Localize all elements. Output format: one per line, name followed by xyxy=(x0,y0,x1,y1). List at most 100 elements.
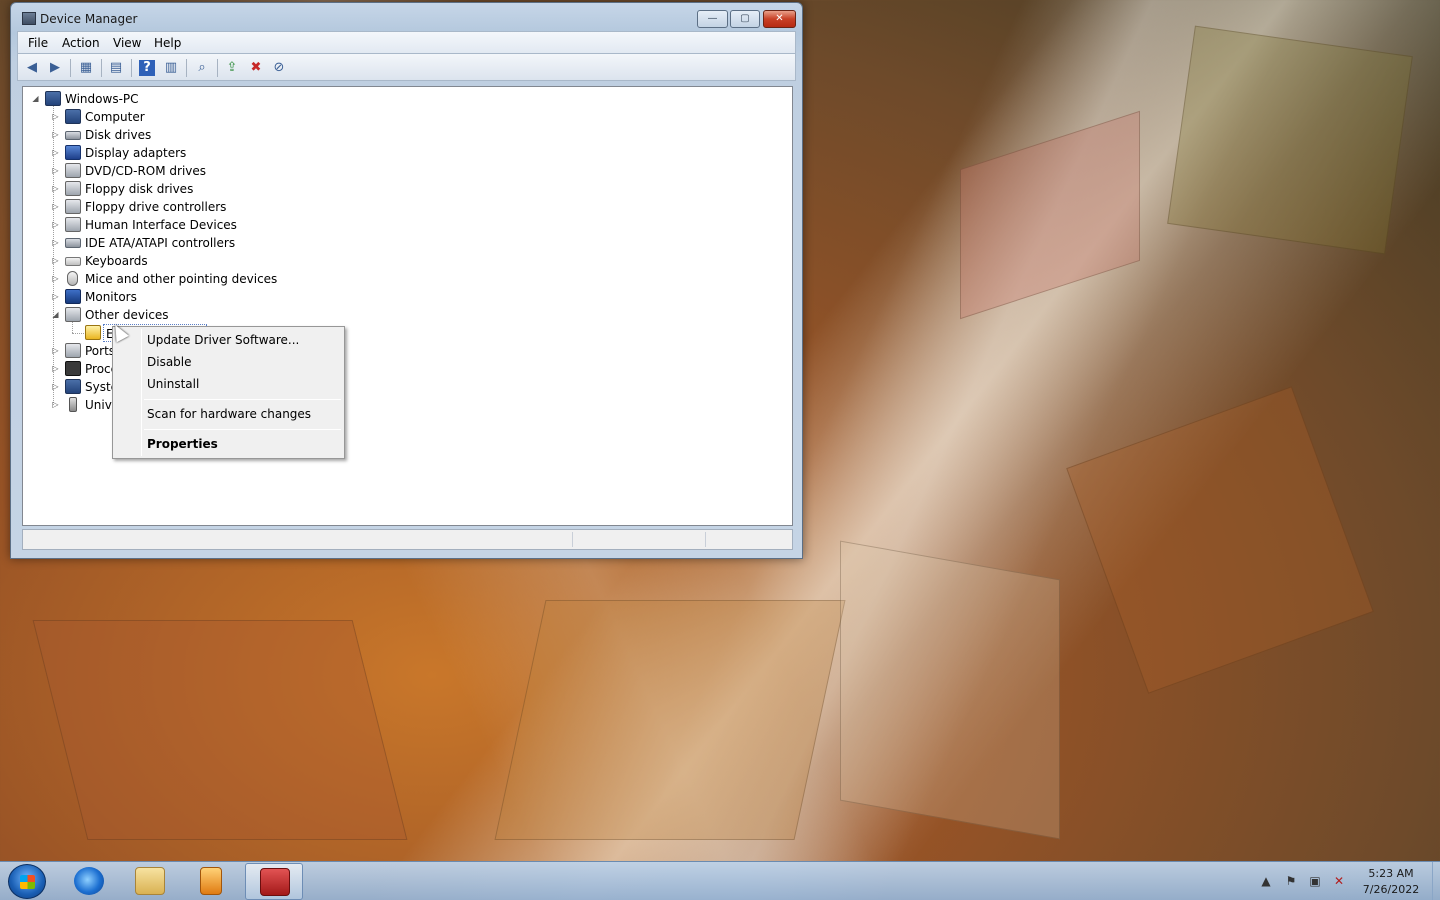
expand-icon[interactable]: ▷ xyxy=(51,112,60,121)
expand-icon[interactable]: ▷ xyxy=(51,346,60,355)
keyboard-icon xyxy=(65,257,81,266)
expand-icon[interactable]: ▷ xyxy=(51,256,60,265)
computer-icon xyxy=(65,109,81,124)
properties-icon[interactable]: ▤ xyxy=(108,60,124,76)
menu-help[interactable]: Help xyxy=(154,36,181,50)
uninstall-icon[interactable]: ✖ xyxy=(248,60,264,76)
menu-action[interactable]: Action xyxy=(62,36,100,50)
tree-item-label: Computer xyxy=(85,110,145,124)
show-hide-console-tree-icon[interactable]: ▦ xyxy=(78,60,94,76)
menu-item-properties[interactable]: Properties xyxy=(147,434,218,454)
tree-item-label: Display adapters xyxy=(85,146,187,160)
expand-icon[interactable]: ▷ xyxy=(51,184,60,193)
menu-item-disable[interactable]: Disable xyxy=(147,352,192,372)
toolbar-separator xyxy=(186,59,187,77)
taskbar-media-player[interactable] xyxy=(182,863,240,900)
tree-guide-line xyxy=(72,321,73,333)
context-menu: Update Driver Software... Disable Uninst… xyxy=(112,326,345,459)
windows-explorer-icon xyxy=(135,867,165,895)
status-separator xyxy=(572,532,573,547)
start-button[interactable] xyxy=(8,864,46,899)
expand-icon[interactable]: ▷ xyxy=(51,220,60,229)
expand-icon[interactable]: ▷ xyxy=(51,400,60,409)
show-hidden-icons-icon[interactable]: ▲ xyxy=(1259,874,1273,888)
title-bar[interactable]: Device Manager — ▢ ✕ xyxy=(11,3,802,31)
clock-date: 7/26/2022 xyxy=(1362,883,1420,896)
context-menu-separator xyxy=(144,429,341,430)
toolbar-separator xyxy=(217,59,218,77)
volume-muted-icon[interactable]: ✕ xyxy=(1332,874,1346,888)
back-icon[interactable]: ◀ xyxy=(24,60,40,76)
tree-item-label: Monitors xyxy=(85,290,137,304)
expand-icon[interactable]: ▷ xyxy=(51,238,60,247)
scan-hardware-icon[interactable]: ⌕ xyxy=(194,60,210,76)
expand-icon[interactable]: ▷ xyxy=(51,382,60,391)
hid-icon xyxy=(65,217,81,232)
display-adapter-icon xyxy=(65,145,81,160)
media-player-icon xyxy=(200,867,222,895)
action-center-flag-icon[interactable]: ⚑ xyxy=(1284,874,1298,888)
device-tree[interactable]: ◢ Windows-PC ▷ Computer ▷ Disk drives ▷ … xyxy=(22,86,793,526)
expand-icon[interactable]: ▷ xyxy=(51,148,60,157)
menu-view[interactable]: View xyxy=(113,36,141,50)
tree-item-label: Floppy drive controllers xyxy=(85,200,227,214)
toolbar-separator xyxy=(131,59,132,77)
internet-explorer-icon xyxy=(74,867,104,895)
show-desktop-button[interactable] xyxy=(1432,862,1440,900)
device-manager-icon xyxy=(260,868,290,896)
collapse-icon[interactable]: ◢ xyxy=(51,310,60,319)
status-bar xyxy=(22,529,793,550)
taskbar-device-manager[interactable] xyxy=(245,863,303,900)
expand-icon[interactable]: ▷ xyxy=(51,274,60,283)
maximize-button[interactable]: ▢ xyxy=(730,10,760,28)
taskbar: ▲ ⚑ ▣ ✕ 5:23 AM 7/26/2022 xyxy=(0,861,1440,900)
toolbar-separator xyxy=(101,59,102,77)
menu-item-scan-hardware[interactable]: Scan for hardware changes xyxy=(147,404,311,424)
status-separator xyxy=(705,532,706,547)
clock-time: 5:23 AM xyxy=(1368,867,1414,880)
tree-item-label: Human Interface Devices xyxy=(85,218,237,232)
update-driver-icon[interactable]: ⇪ xyxy=(224,60,240,76)
monitor-icon xyxy=(65,289,81,304)
action-pane-icon[interactable]: ▥ xyxy=(163,60,179,76)
collapse-icon[interactable]: ◢ xyxy=(31,94,40,103)
disable-icon[interactable]: ⊘ xyxy=(271,60,287,76)
menu-file[interactable]: File xyxy=(28,36,48,50)
close-button[interactable]: ✕ xyxy=(763,10,796,28)
taskbar-internet-explorer[interactable] xyxy=(60,863,118,900)
ports-icon xyxy=(65,343,81,358)
other-devices-icon xyxy=(65,307,81,322)
expand-icon[interactable]: ▷ xyxy=(51,166,60,175)
tree-item-label: DVD/CD-ROM drives xyxy=(85,164,207,178)
expand-icon[interactable]: ▷ xyxy=(51,202,60,211)
toolbar-separator xyxy=(70,59,71,77)
tree-guide-line xyxy=(72,333,84,334)
device-manager-window: Device Manager — ▢ ✕ File Action View He… xyxy=(10,2,803,559)
network-icon[interactable]: ▣ xyxy=(1308,874,1322,888)
expand-icon[interactable]: ▷ xyxy=(51,364,60,373)
tree-item-label: Keyboards xyxy=(85,254,148,268)
tree-item-label: IDE ATA/ATAPI controllers xyxy=(85,236,236,250)
help-icon[interactable]: ? xyxy=(139,60,155,76)
usb-controller-icon xyxy=(69,397,77,412)
expand-icon[interactable]: ▷ xyxy=(51,130,60,139)
tree-root-label: Windows-PC xyxy=(65,92,139,106)
disk-drive-icon xyxy=(65,131,81,140)
expand-icon[interactable]: ▷ xyxy=(51,292,60,301)
clock[interactable]: 5:23 AM 7/26/2022 xyxy=(1358,866,1424,898)
forward-icon[interactable]: ▶ xyxy=(47,60,63,76)
menu-bar: File Action View Help xyxy=(17,31,796,53)
toolbar: ◀ ▶ ▦ ▤ ? ▥ ⌕ ⇪ ✖ ⊘ xyxy=(17,53,796,81)
menu-item-uninstall[interactable]: Uninstall xyxy=(147,374,199,394)
ide-controller-icon xyxy=(65,238,81,248)
processor-icon xyxy=(65,361,81,376)
taskbar-windows-explorer[interactable] xyxy=(121,863,179,900)
windows-logo-icon xyxy=(20,875,35,889)
tree-item-label: Floppy disk drives xyxy=(85,182,194,196)
minimize-button[interactable]: — xyxy=(697,10,728,28)
tree-item-label: Other devices xyxy=(85,308,169,322)
mouse-icon xyxy=(67,271,78,286)
context-menu-gutter xyxy=(141,329,142,456)
menu-item-update-driver[interactable]: Update Driver Software... xyxy=(147,330,299,350)
tree-item-label: Disk drives xyxy=(85,128,152,142)
